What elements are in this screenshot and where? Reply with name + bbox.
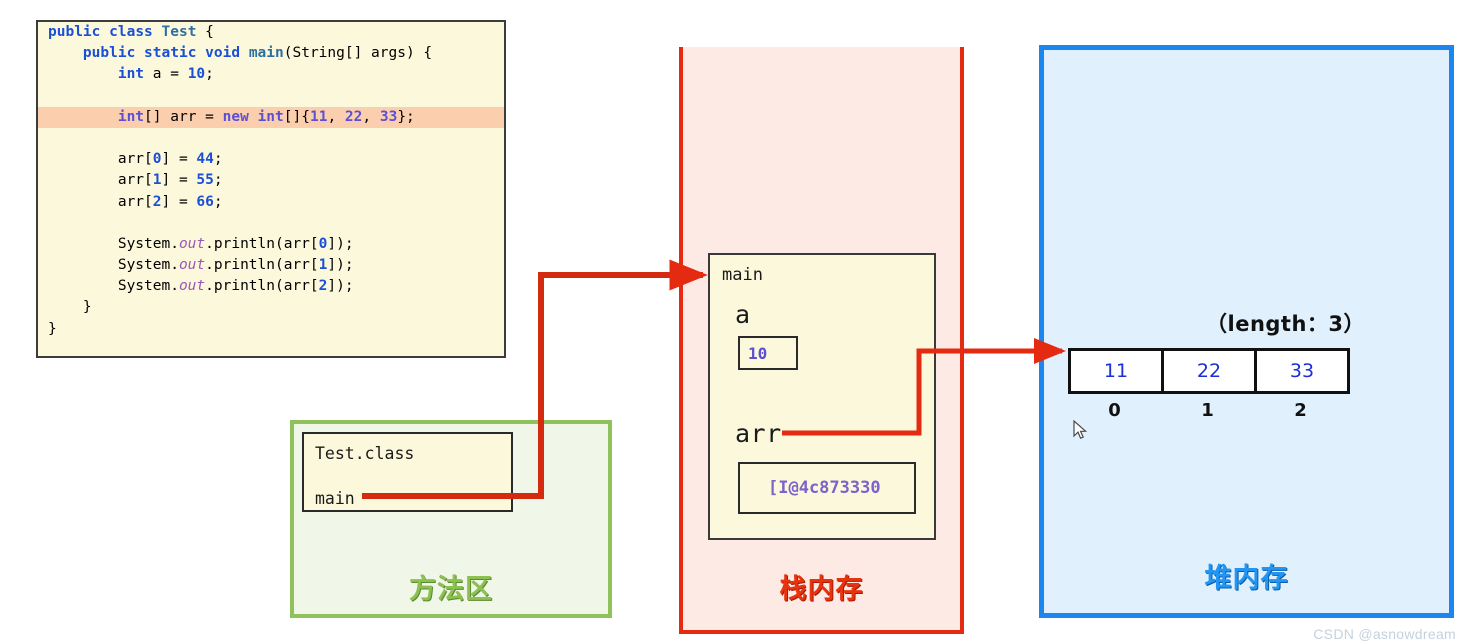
heap-array-indices: 0 1 2 — [1068, 400, 1347, 421]
code-line: System.out.println(arr[2]); — [48, 278, 354, 295]
stack-memory-label: 栈内存 — [779, 574, 864, 605]
code-line: } — [48, 299, 92, 316]
heap-array-cells: 11 22 33 — [1068, 348, 1350, 394]
code-line: arr[1] = 55; — [48, 172, 223, 189]
array-cell: 22 — [1161, 348, 1257, 394]
array-index-label: 1 — [1201, 400, 1214, 421]
heap-memory-label: 堆内存 — [1204, 563, 1289, 594]
array-index-label: 2 — [1294, 400, 1307, 421]
class-metadata-box: Test.class main — [302, 432, 513, 512]
code-line: System.out.println(arr[0]); — [48, 235, 354, 252]
array-length-label: （length：3） — [1206, 312, 1366, 336]
code-panel: public class Test { public static void m… — [36, 20, 506, 358]
code-line: System.out.println(arr[1]); — [48, 257, 354, 274]
array-cell: 33 — [1254, 348, 1350, 394]
code-line: arr[0] = 44; — [48, 151, 223, 168]
class-name-label: Test.class — [315, 444, 415, 463]
code-line: } — [48, 320, 57, 337]
code-line: public class Test { — [48, 24, 214, 40]
diagram-canvas: public class Test { public static void m… — [0, 0, 1460, 644]
variable-value-box-arr: [I@4c873330 — [738, 462, 916, 514]
stack-frame-title: main — [722, 265, 763, 285]
variable-value-a: 10 — [748, 344, 768, 363]
watermark-text: CSDN @asnowdream — [1313, 626, 1456, 642]
class-method-label: main — [315, 489, 355, 508]
array-index-label: 0 — [1108, 400, 1121, 421]
mouse-pointer-icon — [1073, 420, 1088, 439]
variable-name-a: a — [735, 300, 751, 329]
method-area-label: 方法区 — [409, 574, 493, 605]
array-cell: 11 — [1068, 348, 1164, 394]
variable-value-box-a: 10 — [738, 336, 798, 370]
code-line-highlighted: int[] arr = new int[]{11, 22, 33}; — [38, 106, 504, 128]
variable-value-arr: [I@4c873330 — [768, 478, 881, 498]
variable-name-arr: arr — [735, 419, 782, 448]
code-line: int a = 10; — [117, 66, 214, 83]
code-line: arr[2] = 66; — [48, 193, 223, 210]
code-line: public static void main(String[] args) { — [82, 45, 433, 62]
